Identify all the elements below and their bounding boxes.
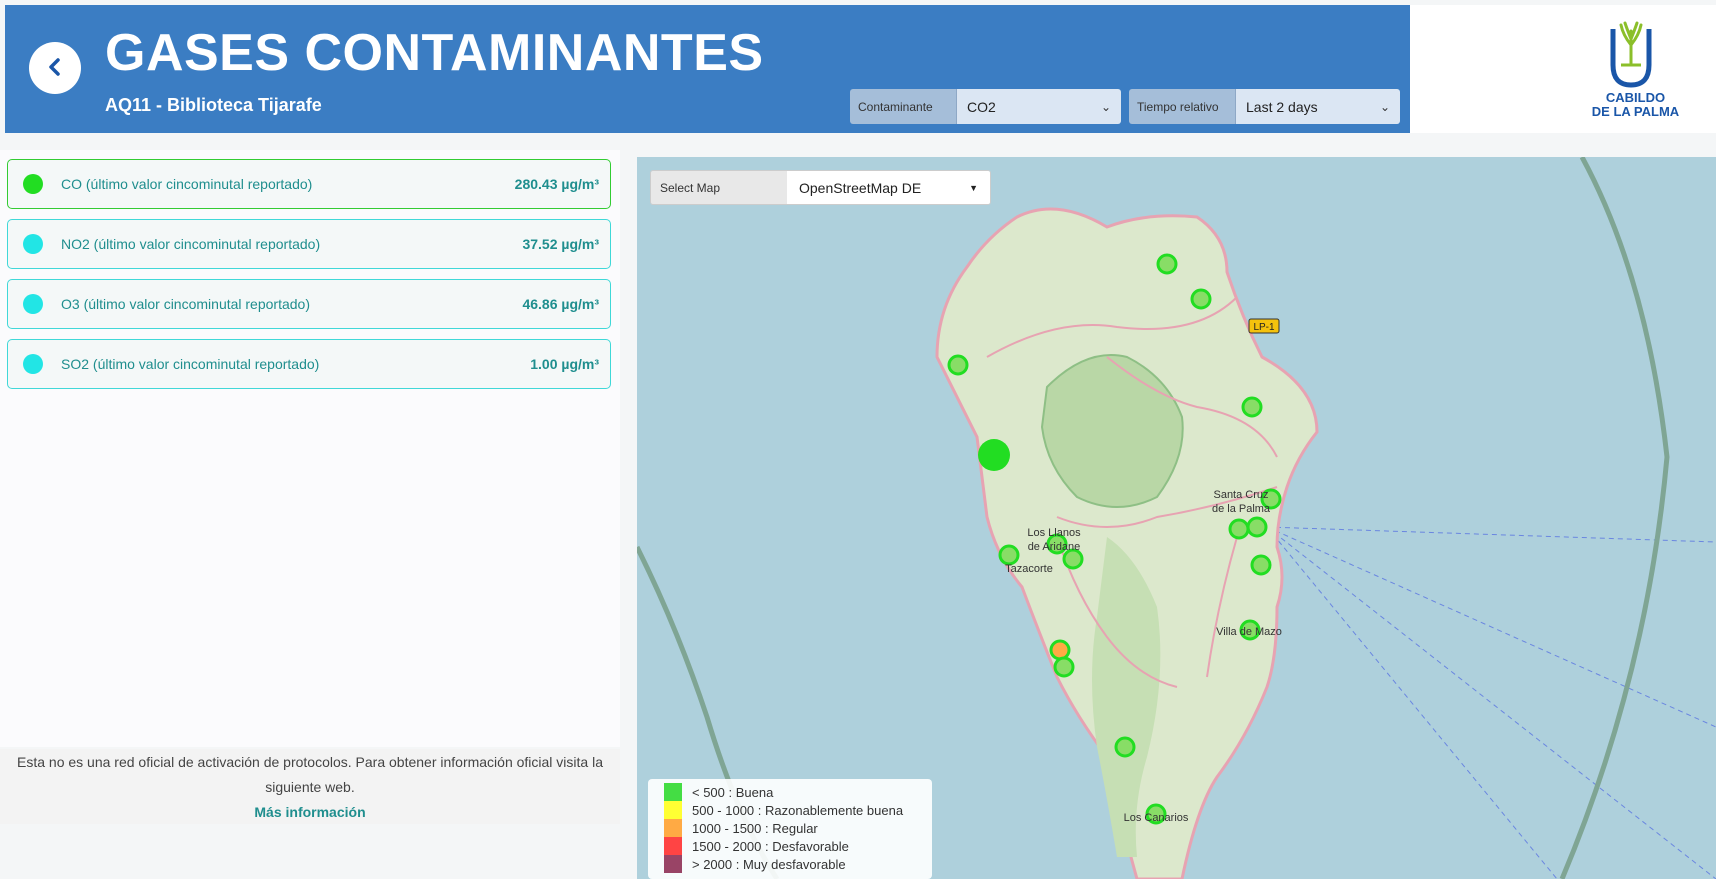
gas-name: O3 (último valor cincominutal reportado) <box>61 296 310 312</box>
status-dot-icon <box>23 294 43 314</box>
legend-swatch <box>664 837 682 855</box>
gases-panel: CO (último valor cincominutal reportado)… <box>0 150 620 747</box>
caret-down-icon: ▼ <box>969 182 978 193</box>
gas-card-o3[interactable]: O3 (último valor cincominutal reportado)… <box>7 279 611 329</box>
gas-value: 46.86 µg/m³ <box>522 296 599 312</box>
status-dot-icon <box>23 354 43 374</box>
svg-text:Los Canarios: Los Canarios <box>1124 812 1189 824</box>
gas-value: 1.00 µg/m³ <box>530 356 599 372</box>
station-subtitle: AQ11 - Biblioteca Tijarafe <box>105 95 322 115</box>
map-layer-value: OpenStreetMap DE <box>799 179 922 196</box>
gas-name: NO2 (último valor cincominutal reportado… <box>61 236 321 252</box>
contaminante-select[interactable]: Contaminante CO2 ⌄ <box>850 89 1121 124</box>
svg-text:Los Llanos: Los Llanos <box>1027 527 1081 539</box>
legend-swatch <box>664 801 682 819</box>
cabildo-logo-text: CABILDO DE LA PALMA <box>1591 90 1680 119</box>
map-view[interactable]: LP-1 Santa Cruz de la Palma Los Llanos d… <box>637 157 1716 879</box>
road-label: LP-1 <box>1253 322 1275 333</box>
legend-swatch <box>664 855 682 873</box>
status-dot-icon <box>23 174 43 194</box>
svg-text:de la Palma: de la Palma <box>1212 503 1271 515</box>
svg-text:de Aridane: de Aridane <box>1028 541 1081 553</box>
chevron-down-icon: ⌄ <box>1379 99 1390 114</box>
page-title: GASES CONTAMINANTES <box>105 24 764 82</box>
gas-value: 280.43 µg/m³ <box>514 176 599 192</box>
svg-text:Villa de Mazo: Villa de Mazo <box>1216 626 1282 638</box>
gas-name: CO (último valor cincominutal reportado) <box>61 176 313 192</box>
chevron-down-icon: ⌄ <box>1100 99 1111 114</box>
legend-item: < 500 : Buena <box>664 783 932 801</box>
chevron-left-icon <box>47 57 63 79</box>
cabildo-logo-icon <box>1610 21 1652 88</box>
contaminante-label: Contaminante <box>850 89 957 124</box>
tiempo-select[interactable]: Tiempo relativo Last 2 days ⌄ <box>1129 89 1400 124</box>
map-canvas: LP-1 Santa Cruz de la Palma Los Llanos d… <box>637 157 1716 879</box>
more-info-link[interactable]: Más información <box>254 804 365 820</box>
back-button[interactable] <box>29 42 81 94</box>
gas-card-so2[interactable]: SO2 (último valor cincominutal reportado… <box>7 339 611 389</box>
map-layer-label: Select Map <box>651 171 787 204</box>
map-layer-select[interactable]: Select Map OpenStreetMap DE ▼ <box>650 170 991 205</box>
gas-card-no2[interactable]: NO2 (último valor cincominutal reportado… <box>7 219 611 269</box>
disclaimer: Esta no es una red oficial de activación… <box>0 749 620 824</box>
legend-item: 500 - 1000 : Razonablemente buena <box>664 801 932 819</box>
legend-item: > 2000 : Muy desfavorable <box>664 855 932 873</box>
svg-text:Santa Cruz: Santa Cruz <box>1213 489 1268 501</box>
gas-value: 37.52 µg/m³ <box>522 236 599 252</box>
contaminante-value: CO2 <box>967 98 996 115</box>
legend-item: 1000 - 1500 : Regular <box>664 819 932 837</box>
disclaimer-text: Esta no es una red oficial de activación… <box>17 754 603 795</box>
gas-name: SO2 (último valor cincominutal reportado… <box>61 356 320 372</box>
gas-card-co[interactable]: CO (último valor cincominutal reportado)… <box>7 159 611 209</box>
map-legend: < 500 : Buena 500 - 1000 : Razonablement… <box>648 779 932 879</box>
svg-text:Tazacorte: Tazacorte <box>1005 563 1053 575</box>
header-bar: GASES CONTAMINANTES AQ11 - Biblioteca Ti… <box>5 5 1410 133</box>
legend-item: 1500 - 2000 : Desfavorable <box>664 837 932 855</box>
tiempo-value: Last 2 days <box>1246 98 1318 115</box>
tiempo-label: Tiempo relativo <box>1129 89 1236 124</box>
legend-swatch <box>664 783 682 801</box>
legend-swatch <box>664 819 682 837</box>
tiempo-dropdown[interactable]: Last 2 days ⌄ <box>1236 89 1400 124</box>
map-layer-dropdown[interactable]: OpenStreetMap DE ▼ <box>787 171 990 204</box>
contaminante-dropdown[interactable]: CO2 ⌄ <box>957 89 1121 124</box>
status-dot-icon <box>23 234 43 254</box>
